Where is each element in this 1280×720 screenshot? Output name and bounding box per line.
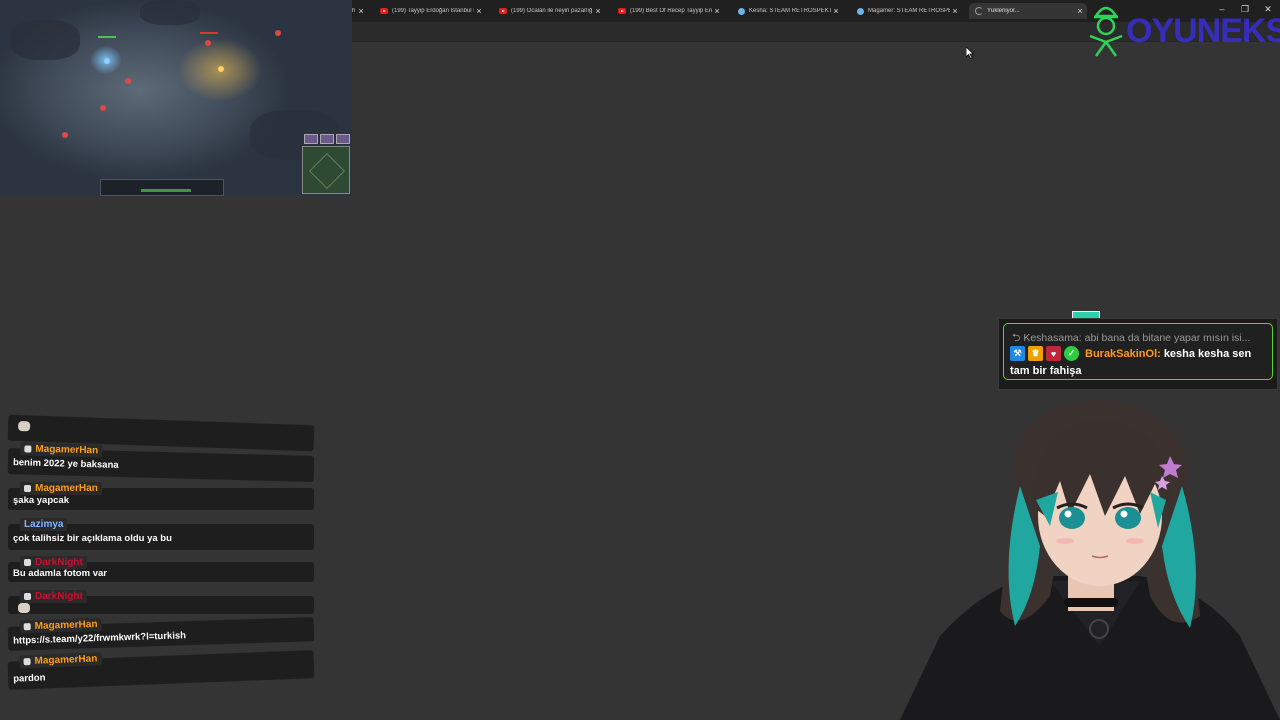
chat-username-tag: Lazimya — [20, 518, 68, 531]
chat-username-tag: MagamerHan — [20, 442, 103, 458]
chat-message: DarkNight Bu adamla fotom var — [8, 556, 314, 582]
chat-username-tag: MagamerHan — [19, 652, 102, 669]
browser-tab[interactable]: Magamer: STEAM RETROSPEKT × — [850, 3, 962, 19]
browser-tab[interactable]: (199) Tayyip Erdoğan İstanbul İl × — [374, 3, 486, 19]
chat-username: MagamerHan — [35, 483, 98, 494]
chat-message-text: kesha kesha sen — [1163, 347, 1252, 360]
chat-message-text: benim 2022 ye baksana — [12, 457, 119, 471]
close-icon[interactable]: × — [950, 6, 960, 16]
chat-message: DarkNight — [8, 590, 314, 614]
game-unit — [125, 78, 131, 84]
tab-title: (199) Tayyip Erdoğan İstanbul İl — [392, 8, 474, 14]
chat-feed: MagamerHan benim 2022 ye baksana Magamer… — [7, 414, 318, 700]
user-badge-icon — [23, 623, 31, 631]
chat-username: DarkNight — [35, 557, 83, 568]
chat-username: Lazimya — [24, 519, 64, 530]
youtube-icon — [380, 7, 388, 15]
chat-message-text: çok talihsiz bir açıklama oldu ya bu — [13, 533, 172, 544]
user-badge-icon — [23, 658, 31, 666]
chat-message: MagamerHan https://s.team/y22/frwmkwrk?l… — [7, 617, 315, 651]
moderator-badge-icon: ⚒ — [1010, 346, 1025, 361]
youtube-icon — [499, 7, 507, 15]
user-badge-icon — [24, 559, 31, 566]
chat-message-text: pardon — [13, 672, 46, 685]
verified-badge-icon: ✓ — [1064, 346, 1079, 361]
game-capture — [0, 0, 352, 196]
browser-tab[interactable]: Kesha: STEAM RETROSPEKTİFİ × — [731, 3, 843, 19]
game-hud — [100, 179, 224, 196]
mouse-cursor-icon — [966, 47, 974, 59]
crown-badge-icon: ♛ — [1028, 346, 1043, 361]
logo-text: OYUNEKS — [1126, 12, 1280, 50]
vtuber-avatar — [900, 400, 1280, 720]
close-icon[interactable]: × — [474, 6, 484, 16]
game-unit — [275, 30, 281, 36]
chat-username-tag: MagamerHan — [20, 482, 102, 495]
close-icon[interactable]: × — [712, 6, 722, 16]
highlighted-chat-message: ⮌ Keshasama: abi bana da bitane yapar mı… — [998, 318, 1278, 390]
health-bar — [200, 32, 218, 34]
chat-message: MagamerHan benim 2022 ye baksana — [7, 442, 315, 483]
message-line: ⚒ ♛ ♥ ✓ BurakSakinOl: kesha kesha sen — [1010, 346, 1251, 361]
chat-username: MagamerHan — [34, 618, 98, 632]
chat-username: MagamerHan — [35, 443, 99, 457]
close-icon[interactable]: × — [593, 6, 603, 16]
game-unit — [100, 105, 106, 111]
chat-message-text: şaka yapcak — [13, 495, 69, 506]
champion-portraits — [304, 134, 350, 144]
user-badge-icon — [24, 593, 31, 600]
user-badge-icon — [24, 485, 31, 492]
highlighted-message-frame: ⮌ Keshasama: abi bana da bitane yapar mı… — [1003, 323, 1273, 380]
steam-icon — [856, 7, 864, 15]
close-icon[interactable]: × — [356, 6, 366, 16]
tab-title: Magamer: STEAM RETROSPEKT — [868, 8, 950, 14]
steam-icon — [737, 7, 745, 15]
chat-message: MagamerHan şaka yapcak — [8, 482, 314, 510]
terrain — [10, 20, 80, 60]
close-icon[interactable]: × — [831, 6, 841, 16]
close-icon[interactable]: × — [1075, 6, 1085, 16]
chat-message-text: Bu adamla fotom var — [13, 568, 107, 579]
chat-message-text: tam bir fahişa — [1010, 365, 1082, 377]
emote-icon — [17, 421, 31, 432]
tab-title: (199) Öcalan ile neyin pazarlığ — [511, 8, 593, 14]
youtube-icon — [618, 7, 626, 15]
reply-text: Keshasama: abi bana da bitane yapar mısı… — [1023, 332, 1251, 344]
tab-title: Kesha: STEAM RETROSPEKTİFİ — [749, 8, 831, 14]
loading-icon — [975, 7, 983, 15]
chat-username-tag: DarkNight — [20, 590, 87, 603]
game-unit — [218, 66, 224, 72]
chat-username-tag: MagamerHan — [19, 617, 102, 634]
subscriber-badge-icon: ♥ — [1046, 346, 1061, 361]
mascot-icon — [1089, 6, 1123, 57]
browser-tab[interactable]: (199) Öcalan ile neyin pazarlığ × — [493, 3, 605, 19]
chat-username: MagamerHan — [34, 653, 98, 667]
oyuneks-logo: OYUNEKS — [1086, 2, 1280, 58]
browser-tab-active[interactable]: Yükleniyor... × — [969, 3, 1087, 19]
tab-title: (199) Best Of Recep Tayyip Erdo — [630, 8, 712, 14]
chat-username: DarkNight — [35, 591, 83, 602]
minimap — [302, 146, 350, 194]
browser-tab[interactable]: (199) Best Of Recep Tayyip Erdo × — [612, 3, 724, 19]
health-bar — [98, 36, 116, 38]
chat-username: BurakSakinOl: — [1085, 347, 1161, 360]
chat-message: MagamerHan pardon — [7, 650, 315, 690]
reply-arrow-icon: ⮌ — [1012, 332, 1024, 344]
chat-message: Lazimya çok talihsiz bir açıklama oldu y… — [8, 518, 314, 550]
game-unit — [62, 132, 68, 138]
game-unit — [205, 40, 211, 46]
user-badge-icon — [24, 445, 32, 453]
terrain — [140, 0, 200, 25]
emote-icon — [18, 603, 30, 613]
game-unit — [104, 58, 110, 64]
tab-title: Yükleniyor... — [987, 8, 1020, 14]
